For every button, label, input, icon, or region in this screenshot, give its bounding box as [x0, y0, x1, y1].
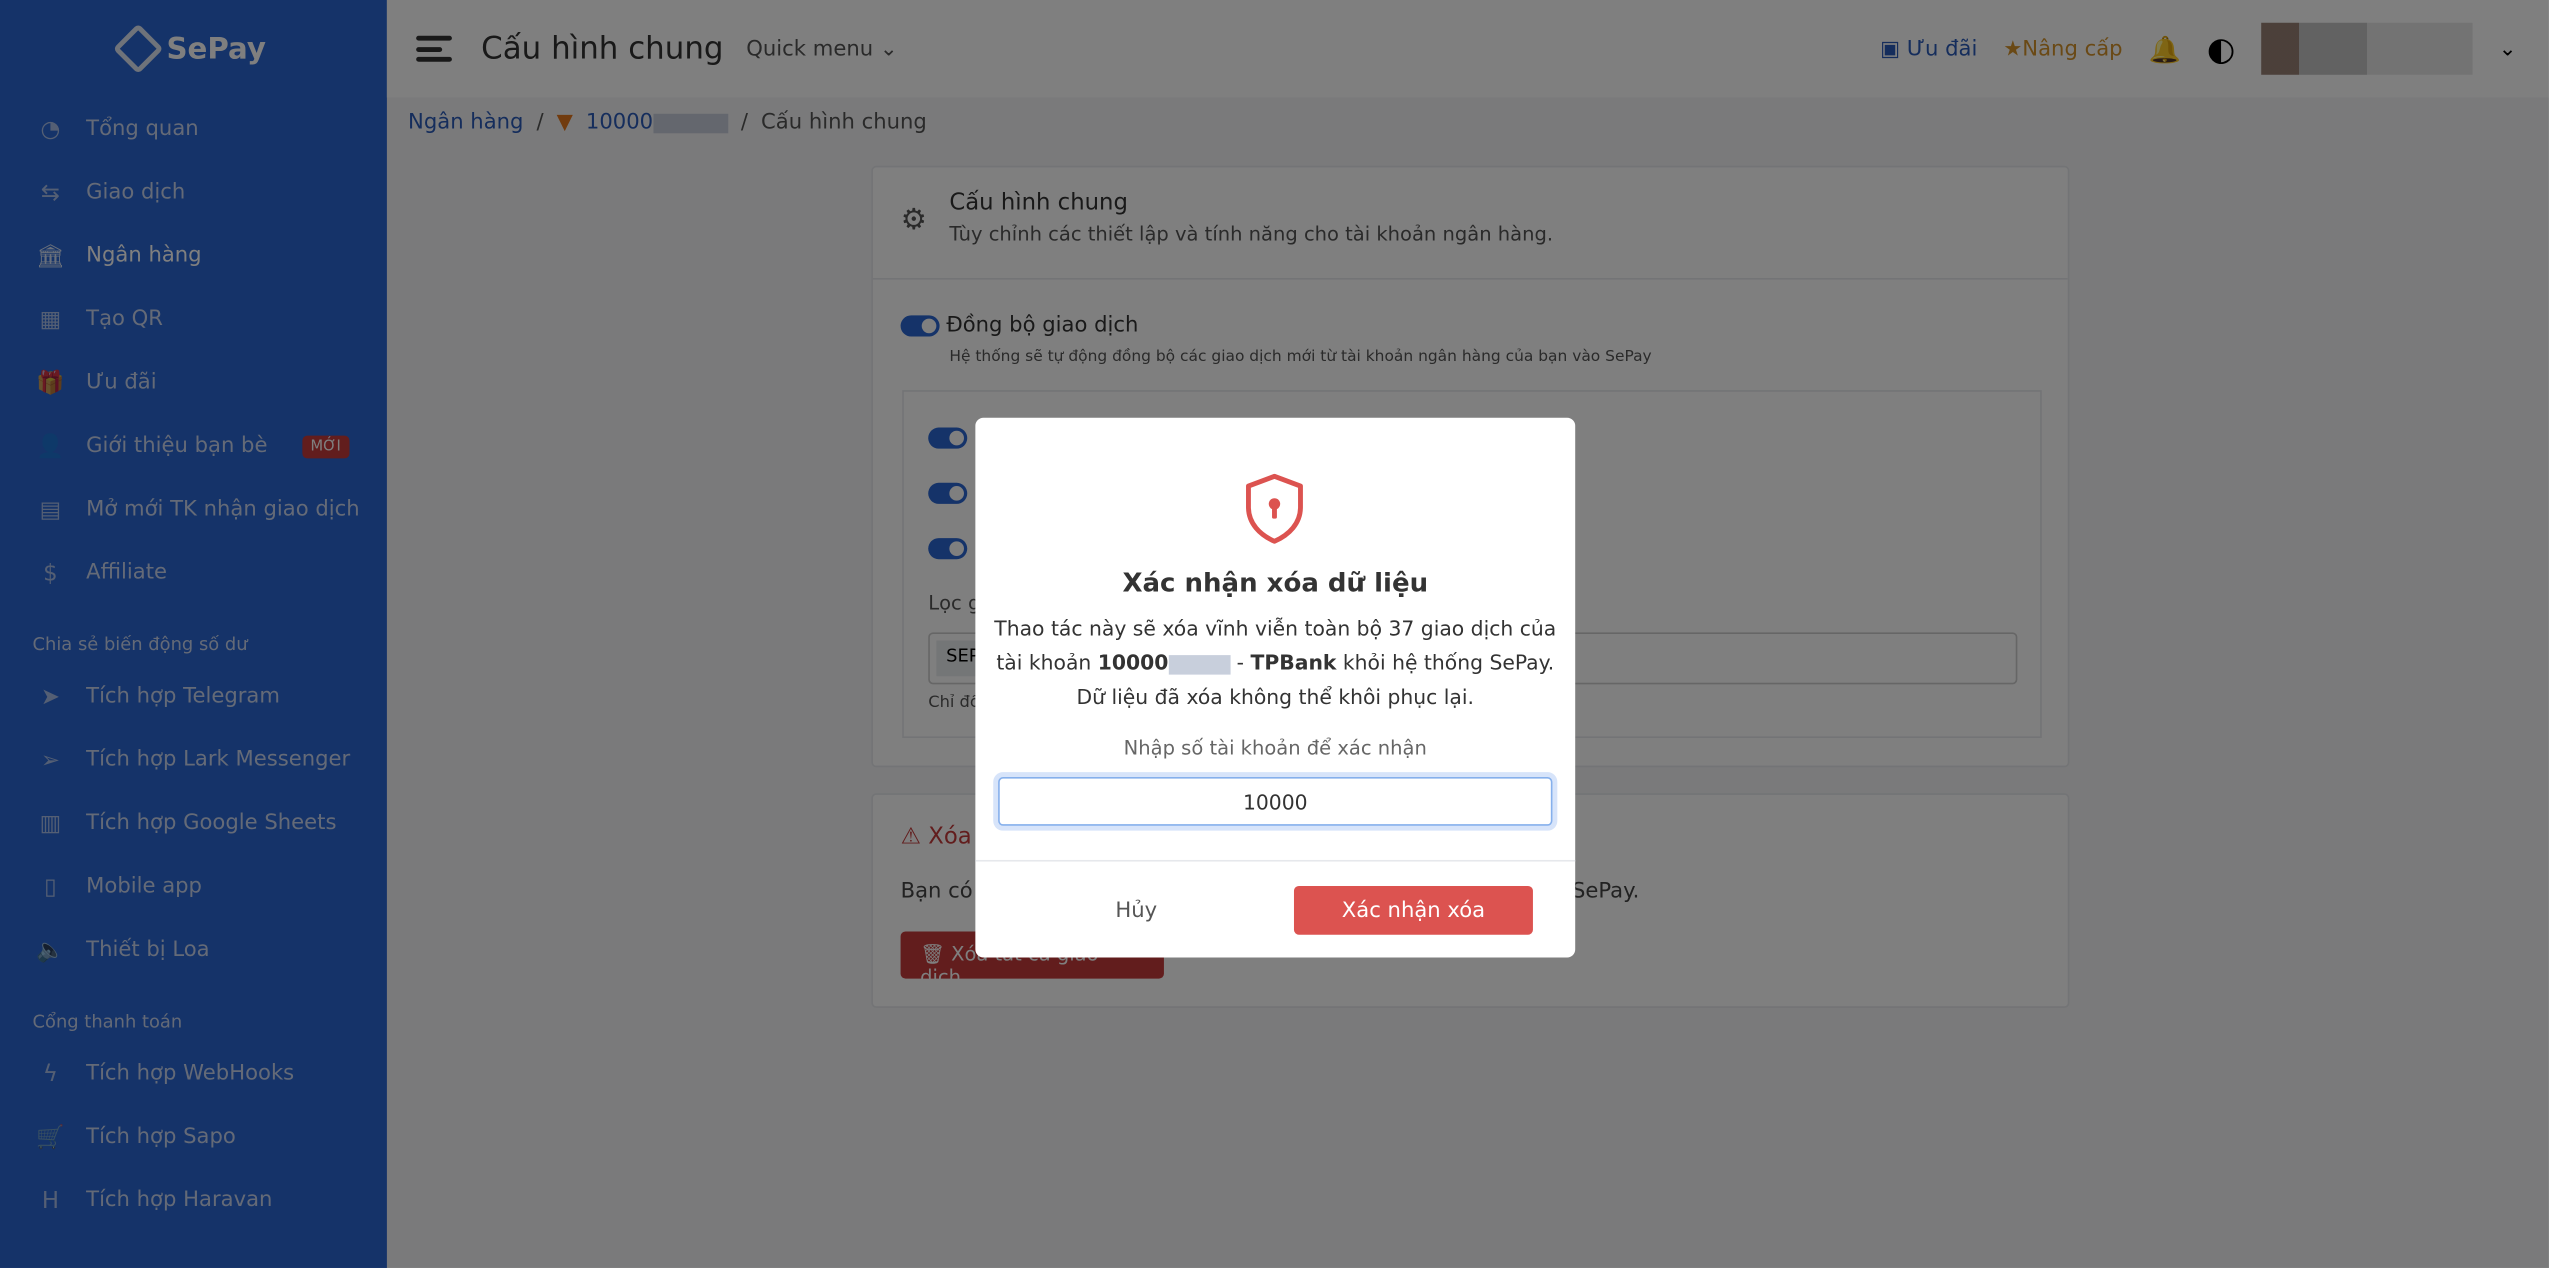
- modal-divider: [975, 859, 1576, 862]
- confirm-delete-modal: Xác nhận xóa dữ liệu Thao tác này sẽ xóa…: [975, 417, 1576, 958]
- modal-message: Thao tác này sẽ xóa vĩnh viễn toàn bộ 37…: [994, 616, 1557, 709]
- modal-title: Xác nhận xóa dữ liệu: [1122, 567, 1429, 599]
- shield-lock-icon: [1246, 473, 1303, 544]
- account-number-input[interactable]: [998, 777, 1553, 826]
- confirm-input-label: Nhập số tài khoản để xác nhận: [1123, 736, 1427, 760]
- confirm-delete-button[interactable]: Xác nhận xóa: [1293, 885, 1533, 935]
- cancel-button[interactable]: Hủy: [1053, 886, 1219, 935]
